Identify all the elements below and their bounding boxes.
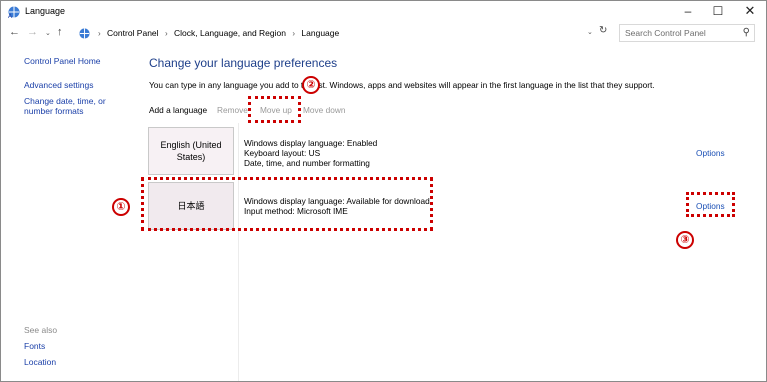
step-marker-2: ② (302, 76, 320, 94)
crumb-language[interactable]: Language (301, 28, 339, 38)
move-down-button[interactable]: Move down (303, 105, 345, 115)
highlight-options (686, 192, 735, 217)
advanced-settings-link[interactable]: Advanced settings (24, 80, 93, 90)
control-panel-icon (79, 28, 90, 39)
highlight-move-up (248, 96, 301, 123)
step-marker-3: ③ (676, 231, 694, 249)
add-language-button[interactable]: Add a language (149, 105, 207, 115)
minimize-button[interactable]: – (673, 1, 703, 23)
crumb-clock-language-region[interactable]: Clock, Language, and Region (174, 28, 286, 38)
crumb-separator[interactable]: › (292, 29, 295, 38)
address-dropdown-icon[interactable]: ⌄ (587, 28, 593, 36)
language-name: English (United States) (160, 140, 222, 162)
see-also-heading: See also (24, 325, 58, 335)
list-divider (238, 123, 239, 381)
maximize-button[interactable]: ☐ (703, 1, 733, 23)
fonts-link[interactable]: Fonts (24, 341, 45, 351)
crumb-separator: › (98, 29, 101, 38)
language-details-english: Windows display language: Enabled Keyboa… (244, 138, 377, 168)
language-tile-english[interactable]: English (United States) (148, 127, 234, 175)
page-description: You can type in any language you add to … (149, 80, 655, 90)
detail-line: Windows display language: Enabled (244, 138, 378, 148)
crumb-separator[interactable]: › (165, 29, 168, 38)
close-button[interactable]: ✕ (735, 1, 765, 23)
control-panel-home-link[interactable]: Control Panel Home (24, 56, 101, 66)
breadcrumb: › Control Panel › Clock, Language, and R… (94, 28, 339, 38)
forward-arrow-icon[interactable]: → (27, 26, 38, 38)
crumb-control-panel[interactable]: Control Panel (107, 28, 159, 38)
recent-locations-chevron-icon[interactable]: ⌄ (45, 29, 51, 37)
change-date-time-formats-link[interactable]: Change date, time, or number formats (24, 96, 136, 116)
remove-button[interactable]: Remove (217, 105, 248, 115)
options-link-english[interactable]: Options (696, 148, 725, 158)
title-bar: A Language – ☐ ✕ (1, 1, 766, 23)
detail-line: Keyboard layout: US (244, 148, 321, 158)
search-placeholder: Search Control Panel (625, 28, 706, 38)
search-input[interactable]: Search Control Panel ⚲ (619, 24, 755, 42)
window-title: Language (25, 6, 66, 16)
refresh-icon[interactable]: ↻ (599, 25, 607, 36)
step-marker-1: ① (112, 198, 130, 216)
up-arrow-icon[interactable]: ↑ (57, 26, 63, 38)
address-box[interactable]: › Control Panel › Clock, Language, and R… (73, 24, 613, 42)
back-arrow-icon[interactable]: ← (9, 26, 20, 38)
page-title: Change your language preferences (149, 56, 338, 70)
location-link[interactable]: Location (24, 357, 56, 367)
highlight-japanese-row (141, 177, 433, 231)
detail-line: Date, time, and number formatting (244, 158, 370, 168)
search-icon[interactable]: ⚲ (743, 27, 750, 38)
language-app-icon: A (8, 6, 20, 19)
